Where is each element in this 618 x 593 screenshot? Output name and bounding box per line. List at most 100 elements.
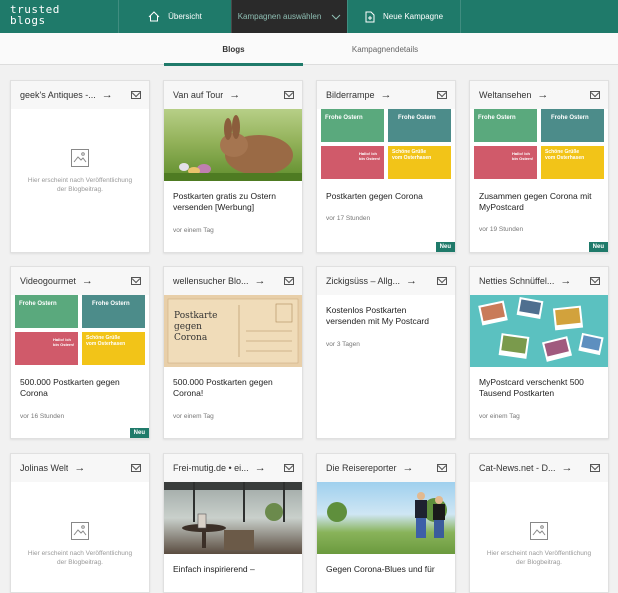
new-badge: Neu — [129, 428, 149, 438]
post-title[interactable]: Einfach inspirierend – — [164, 554, 302, 575]
post-image[interactable]: Frohe Ostern Frohe Ostern Hallo! Ich bin… — [317, 109, 455, 181]
mail-icon[interactable] — [590, 91, 600, 99]
tab-campaign-details[interactable]: Kampagnendetails — [320, 33, 450, 65]
arrow-right-icon[interactable]: → — [537, 89, 548, 101]
arrow-right-icon[interactable]: → — [560, 275, 571, 287]
blog-card[interactable]: Netties Schnüffel... → MyPostcard versch… — [469, 266, 609, 439]
blog-name: Jolinas Welt — [20, 463, 69, 473]
blog-card[interactable]: wellensucher Blo... → Postkarte gegen Co… — [163, 266, 303, 439]
chevron-down-icon — [331, 14, 341, 20]
arrow-right-icon[interactable]: → — [403, 462, 414, 474]
card-header: geek's Antiques -... → — [11, 81, 149, 109]
top-navigation-bar: trusted blogs Übersicht Kampagnen auswäh… — [0, 0, 618, 33]
post-image[interactable] — [164, 109, 302, 181]
new-badge: Neu — [435, 242, 455, 252]
post-title[interactable]: 500.000 Postkarten gegen Corona! — [164, 367, 302, 399]
mail-icon[interactable] — [590, 277, 600, 285]
image-tile: Hallo! Ich bin Ostern! — [321, 146, 384, 179]
post-image[interactable] — [164, 482, 302, 554]
post-image[interactable] — [317, 482, 455, 554]
blog-card[interactable]: geek's Antiques -... → Hier erscheint na… — [10, 80, 150, 253]
arrow-right-icon[interactable]: → — [102, 89, 113, 101]
mail-icon[interactable] — [131, 277, 141, 285]
mail-icon[interactable] — [590, 464, 600, 472]
campaign-select-dropdown[interactable]: Kampagnen auswählen — [231, 0, 347, 33]
mail-icon[interactable] — [284, 464, 294, 472]
tile-text: Schöne Grüße vom Osterhasen — [86, 335, 126, 347]
image-tile: Frohe Ostern — [541, 109, 604, 142]
image-tile: Hallo! Ich bin Ostern! — [15, 332, 78, 365]
post-image[interactable] — [470, 295, 608, 367]
arrow-right-icon[interactable]: → — [562, 462, 573, 474]
post-title[interactable]: Postkarten gratis zu Ostern versenden [W… — [164, 181, 302, 213]
home-icon — [148, 11, 160, 22]
arrow-right-icon[interactable]: → — [381, 89, 392, 101]
arrow-right-icon[interactable]: → — [229, 89, 240, 101]
blog-card[interactable]: Die Reisereporter → Gegen Corona-Blues u… — [316, 453, 456, 593]
post-title[interactable]: Gegen Corona-Blues und für — [317, 554, 455, 575]
image-tile: Schöne Grüße vom Osterhasen — [82, 332, 145, 365]
blog-card[interactable]: Van auf Tour → Postkarten gratis zu Oste… — [163, 80, 303, 253]
tile-text: Schöne Grüße vom Osterhasen — [545, 149, 585, 161]
mail-icon[interactable] — [437, 464, 447, 472]
blog-name: Die Reisereporter — [326, 463, 397, 473]
post-title[interactable]: Kostenlos Postkarten versenden mit My Po… — [317, 295, 455, 327]
image-placeholder-icon — [530, 522, 548, 540]
arrow-right-icon[interactable]: → — [406, 275, 417, 287]
post-image[interactable]: Frohe Ostern Frohe Ostern Hallo! Ich bin… — [11, 295, 149, 367]
post-time: vor einem Tag — [173, 413, 214, 420]
post-title[interactable]: Postkarten gegen Corona — [317, 181, 455, 202]
blog-card[interactable]: Videogourmet → Frohe Ostern Frohe Ostern… — [10, 266, 150, 439]
new-badge: Neu — [588, 242, 608, 252]
mail-icon[interactable] — [437, 91, 447, 99]
blog-card[interactable]: Jolinas Welt → Hier erscheint nach Veröf… — [10, 453, 150, 593]
tile-text: Frohe Ostern — [19, 301, 57, 307]
logo[interactable]: trusted blogs — [0, 0, 118, 33]
mail-icon[interactable] — [131, 91, 141, 99]
arrow-right-icon[interactable]: → — [82, 275, 93, 287]
image-tile: Frohe Ostern — [474, 109, 537, 142]
tile-text: Frohe Ostern — [92, 301, 130, 307]
tile-text: Frohe Ostern — [551, 115, 589, 121]
post-title[interactable]: 500.000 Postkarten gegen Corona — [11, 367, 149, 399]
arrow-right-icon[interactable]: → — [255, 462, 266, 474]
mail-icon[interactable] — [284, 277, 294, 285]
arrow-right-icon[interactable]: → — [74, 462, 85, 474]
blog-name: wellensucher Blo... — [173, 276, 249, 286]
nav-overview[interactable]: Übersicht — [118, 0, 231, 33]
post-title[interactable]: Zusammen gegen Corona mit MyPostcard — [470, 181, 608, 213]
tab-details-label: Kampagnendetails — [351, 44, 419, 54]
blog-card[interactable]: Frei-mutig.de • ei... → Einfach inspirie… — [163, 453, 303, 593]
campaign-select-label: Kampagnen auswählen — [237, 12, 322, 21]
postcard-text: Postkarte gegen Corona — [174, 311, 218, 343]
card-header: Frei-mutig.de • ei... → — [164, 454, 302, 482]
blog-card[interactable]: Zickigsüss – Allg... → Kostenlos Postkar… — [316, 266, 456, 439]
image-tile: Frohe Ostern — [321, 109, 384, 142]
blog-card[interactable]: Weltansehen → Frohe Ostern Frohe Ostern … — [469, 80, 609, 253]
tile-text: Frohe Ostern — [478, 115, 516, 121]
blog-card[interactable]: Bilderrampe → Frohe Ostern Frohe Ostern … — [316, 80, 456, 253]
mail-icon[interactable] — [131, 464, 141, 472]
tile-text: Hallo! Ich bin Ostern! — [512, 151, 534, 161]
image-tile: Hallo! Ich bin Ostern! — [474, 146, 537, 179]
blog-card[interactable]: Cat-News.net - D... → Hier erscheint nac… — [469, 453, 609, 593]
post-title[interactable]: MyPostcard verschenkt 500 Tausend Postka… — [470, 367, 608, 399]
tab-blogs[interactable]: Blogs — [164, 33, 303, 66]
topbar-spacer — [460, 0, 618, 33]
post-time: vor einem Tag — [173, 227, 214, 234]
card-header: Zickigsüss – Allg... → — [317, 267, 455, 295]
nav-new-campaign[interactable]: Neue Kampagne — [347, 0, 460, 33]
placeholder-text: Hier erscheint nach Veröffentlichung der… — [27, 177, 133, 193]
mail-icon[interactable] — [437, 277, 447, 285]
tile-text: Hallo! Ich bin Ostern! — [359, 151, 381, 161]
mail-icon[interactable] — [284, 91, 294, 99]
tile-text: Schöne Grüße vom Osterhasen — [392, 149, 432, 161]
card-header: Bilderrampe → — [317, 81, 455, 109]
image-tile: Schöne Grüße vom Osterhasen — [541, 146, 604, 179]
arrow-right-icon[interactable]: → — [255, 275, 266, 287]
blog-name: Bilderrampe — [326, 90, 375, 100]
post-image[interactable]: Postkarte gegen Corona — [164, 295, 302, 367]
post-image[interactable]: Frohe Ostern Frohe Ostern Hallo! Ich bin… — [470, 109, 608, 181]
blog-name: Videogourmet — [20, 276, 76, 286]
placeholder: Hier erscheint nach Veröffentlichung der… — [11, 482, 149, 567]
